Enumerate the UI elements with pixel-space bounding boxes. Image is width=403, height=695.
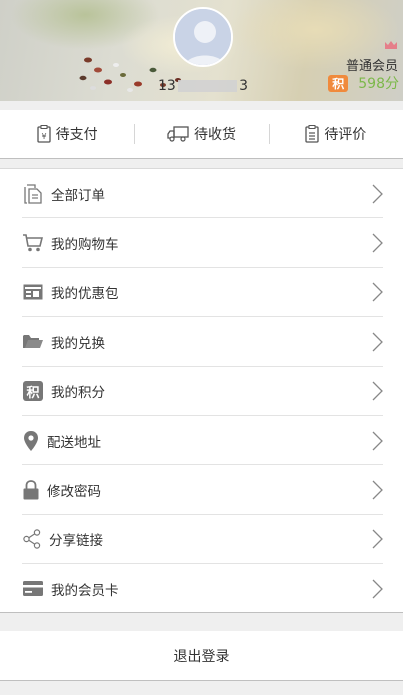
menu-item-label: 我的购物车	[51, 237, 119, 254]
tab-label: 待评价	[324, 127, 367, 143]
menu-item-cart[interactable]: 我的购物车	[0, 218, 403, 269]
phone-number: 13 3	[158, 77, 248, 95]
phone-prefix: 13	[158, 78, 176, 94]
order-status-tabs: ¥ 待支付 待收货 待评价	[0, 110, 403, 159]
tab-pending-payment[interactable]: ¥ 待支付	[0, 110, 134, 158]
points-badge-icon: 积	[328, 74, 349, 92]
phone-suffix: 3	[239, 78, 248, 94]
points-icon: 积	[22, 380, 44, 402]
chevron-right-icon	[372, 431, 383, 451]
tab-pending-review[interactable]: 待评价	[268, 110, 403, 158]
crown-icon	[385, 41, 397, 49]
tab-label: 待收货	[193, 127, 236, 143]
payment-doc-icon: ¥	[37, 125, 51, 143]
tab-pending-delivery[interactable]: 待收货	[134, 110, 268, 158]
points-summary[interactable]: 积 598分	[328, 73, 399, 93]
menu-item-points[interactable]: 积 我的积分	[0, 367, 403, 417]
member-center-page: 13 3 普通会员 积 598分 ¥ 待支付 待收货 待评价 全部订单 我的购物…	[0, 0, 403, 695]
chevron-right-icon	[372, 480, 383, 500]
location-pin-icon	[22, 430, 40, 452]
menu-item-address[interactable]: 配送地址	[0, 416, 403, 466]
tab-label: 待支付	[55, 127, 98, 143]
menu-item-change-password[interactable]: 修改密码	[0, 465, 403, 516]
menu-item-all-orders[interactable]: 全部订单	[0, 169, 403, 219]
share-icon	[22, 528, 42, 550]
menu-item-label: 配送地址	[47, 434, 101, 451]
menu-item-label: 我的优惠包	[51, 286, 119, 303]
account-menu: 全部订单 我的购物车 我的优惠包 我的兑换 积 我的积分 配送地址 修改密码 分…	[0, 168, 403, 613]
chevron-right-icon	[372, 332, 383, 352]
cart-icon	[22, 232, 44, 254]
chevron-right-icon	[372, 283, 383, 302]
clipboard-icon	[305, 125, 319, 143]
chevron-right-icon	[372, 579, 383, 599]
menu-item-exchange[interactable]: 我的兑换	[0, 317, 403, 367]
menu-item-label: 我的积分	[51, 385, 105, 402]
folder-icon	[22, 331, 44, 353]
document-icon	[22, 183, 44, 205]
chevron-right-icon	[372, 381, 383, 401]
menu-item-label: 我的兑换	[51, 335, 105, 352]
card-icon	[22, 578, 44, 600]
logout-button[interactable]: 退出登录	[0, 631, 403, 681]
menu-item-member-card[interactable]: 我的会员卡	[0, 564, 403, 613]
svg-text:¥: ¥	[41, 132, 46, 141]
menu-item-share-link[interactable]: 分享链接	[0, 515, 403, 565]
coupon-icon	[22, 281, 44, 303]
phone-mask	[177, 80, 238, 92]
menu-item-label: 修改密码	[47, 484, 101, 501]
menu-item-label: 我的会员卡	[51, 582, 119, 599]
menu-item-coupons[interactable]: 我的优惠包	[0, 268, 403, 318]
points-icon-glyph: 积	[23, 381, 43, 402]
chevron-right-icon	[372, 529, 383, 549]
points-value: 598分	[358, 76, 399, 92]
menu-item-label: 全部订单	[51, 187, 105, 204]
truck-icon	[167, 126, 189, 142]
chevron-right-icon	[372, 184, 383, 204]
profile-banner: 13 3 普通会员 积 598分	[0, 0, 403, 101]
member-level: 普通会员	[345, 59, 398, 74]
chevron-right-icon	[372, 233, 383, 253]
lock-icon	[22, 479, 40, 501]
avatar[interactable]	[173, 7, 233, 67]
menu-item-label: 分享链接	[49, 533, 103, 550]
